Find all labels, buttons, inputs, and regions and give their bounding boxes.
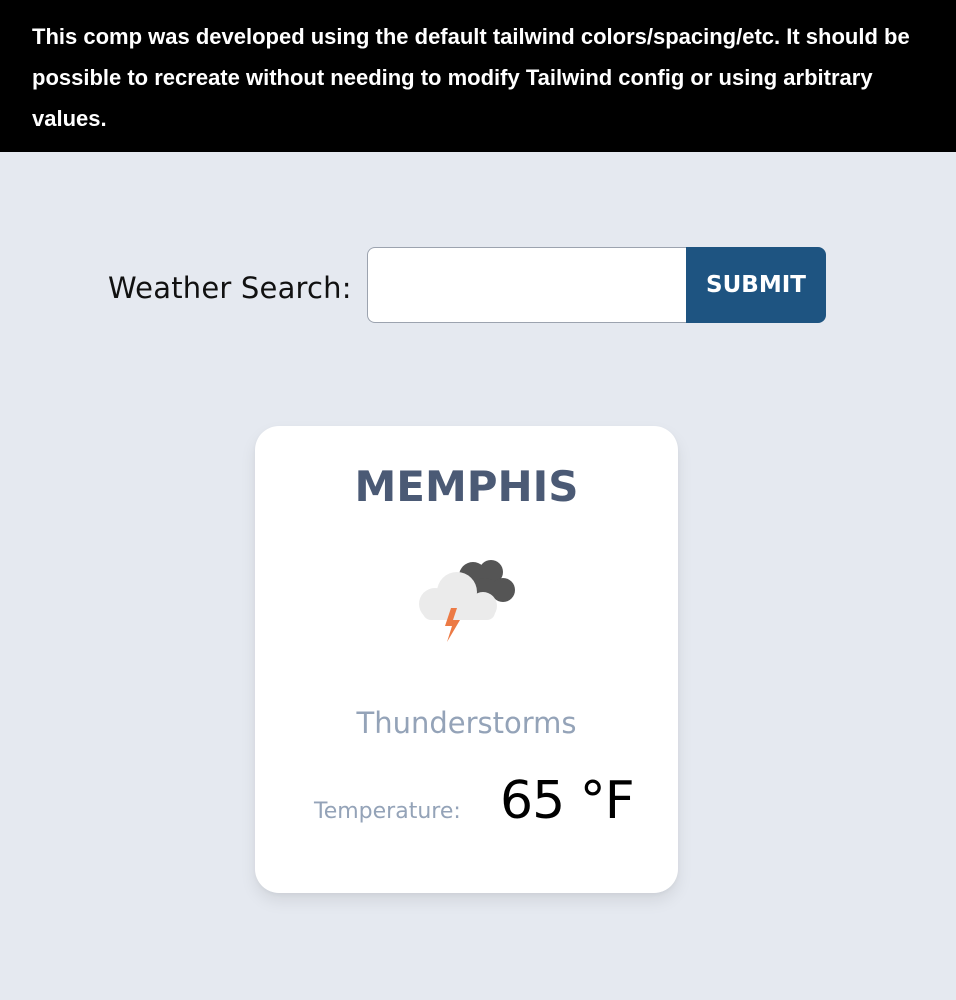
- city-name: MEMPHIS: [354, 462, 579, 511]
- search-label: Weather Search:: [108, 271, 352, 305]
- info-banner: This comp was developed using the defaul…: [0, 0, 956, 152]
- temperature-label: Temperature:: [314, 799, 461, 824]
- thunderstorm-icon: [413, 554, 521, 646]
- weather-condition: Thunderstorms: [356, 706, 577, 740]
- weather-search-form: Weather Search: SUBMIT: [108, 247, 828, 323]
- search-input[interactable]: [367, 247, 687, 323]
- banner-text: This comp was developed using the defaul…: [32, 24, 910, 131]
- weather-card: MEMPHIS Thunderstorms Temperature: 65 °F: [255, 426, 678, 893]
- submit-button[interactable]: SUBMIT: [686, 247, 826, 323]
- temperature-value: 65 °F: [500, 771, 635, 831]
